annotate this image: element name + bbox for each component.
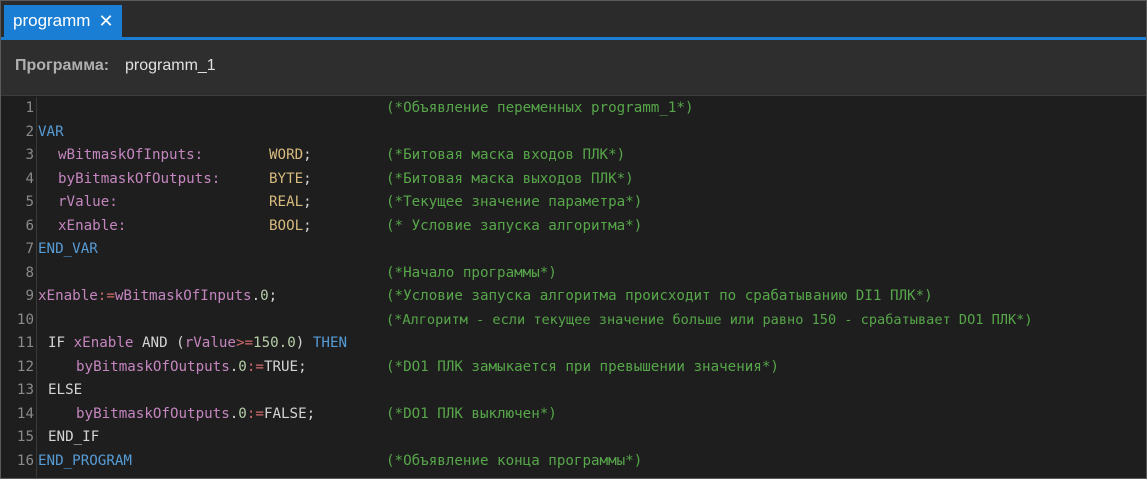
line-number: 16 (16, 452, 34, 469)
number: 0 (238, 358, 247, 375)
assign-operator: := (246, 405, 264, 422)
var-name: xEnable (73, 335, 134, 351)
code-line-12: byBitmaskOfOutputs.0:=TRUE; (76, 356, 307, 379)
comment: (*Битовая маска входов ПЛК*) (386, 147, 626, 163)
semicolon: ; (303, 170, 312, 187)
line-number: 1 (25, 100, 34, 116)
code-line-15: END_IF (48, 429, 100, 445)
tab-title: programm (13, 11, 91, 30)
program-label: Программа: (15, 57, 110, 74)
code-line-4-type: BYTE; (269, 168, 312, 191)
var-name: rValue: (58, 194, 118, 210)
code-line-5-type: REAL; (269, 191, 312, 214)
var-name: byBitmaskOfOutputs (76, 358, 230, 375)
line-number: 3 (25, 147, 34, 163)
number: 0 (238, 405, 247, 422)
value: TRUE; (263, 358, 307, 375)
keyword: THEN (312, 335, 348, 351)
line-number: 15 (16, 429, 34, 445)
comment: (*Алгоритм - если текущее значение больш… (386, 311, 1033, 328)
close-icon[interactable]: ✕ (98, 12, 113, 30)
comment: (*Начало программы*) (386, 264, 557, 281)
comment: (*Битовая маска выходов ПЛК*) (386, 170, 634, 187)
dot: . (251, 288, 261, 304)
code-line-7: END_VAR (38, 241, 98, 257)
semicolon: ; (303, 217, 312, 234)
comment: (*DO1 ПЛК выключен*) (386, 405, 557, 422)
type-name: BOOL (269, 217, 304, 234)
number: 150.0 (253, 335, 296, 351)
type-name: WORD (269, 147, 304, 163)
code-line-3-type: WORD; (269, 144, 312, 167)
var-name: byBitmaskOfOutputs: (58, 170, 221, 187)
tab-bar: programm ✕ (1, 1, 1146, 40)
code-line-4: byBitmaskOfOutputs: (58, 168, 220, 191)
line-number: 4 (25, 170, 34, 187)
semicolon: ; (303, 147, 312, 163)
code-line-3: wBitmaskOfInputs: (58, 144, 203, 167)
code-line-5: rValue: (58, 191, 118, 214)
comment: (*Текущее значение параметра*) (386, 194, 643, 210)
code-line-9: xEnable:=wBitmaskOfInputs.0; (38, 285, 277, 308)
line-number: 13 (16, 382, 34, 398)
comment: (* Условие запуска алгоритма*) (386, 217, 643, 234)
tab-programm[interactable]: programm ✕ (4, 5, 122, 37)
line-number: 11 (16, 335, 34, 351)
semicolon: ; (303, 194, 312, 210)
number: 0 (260, 288, 269, 304)
comment: (*Условие запуска алгоритма происходит п… (386, 288, 933, 304)
dot: . (229, 405, 239, 422)
code-editor[interactable]: 1 2 3 4 5 6 7 8 9 10 11 12 13 14 15 16 V… (1, 97, 1146, 478)
comment: (*Объявление конца программы*) (386, 452, 643, 469)
comment: (*DO1 ПЛК замыкается при превышении знач… (386, 358, 779, 375)
keyword: AND (141, 335, 168, 351)
line-number: 7 (25, 241, 34, 257)
var-name: wBitmaskOfInputs: (58, 147, 204, 163)
code-line-14: byBitmaskOfOutputs.0:=FALSE; (76, 403, 315, 426)
operator: >= (235, 335, 254, 351)
code-line-13: ELSE (48, 382, 83, 398)
semicolon: ; (268, 288, 278, 304)
var-name: xEnable: (58, 217, 127, 234)
type-name: BYTE (269, 170, 304, 187)
comment: (*Объявление переменных programm_1*) (386, 100, 694, 116)
line-number: 6 (25, 217, 34, 234)
code-line-2: VAR (38, 123, 64, 140)
editor-window: programm ✕ Программа: programm_1 1 2 3 4… (0, 0, 1147, 479)
code-line-6: xEnable: (58, 215, 126, 238)
var-name: wBitmaskOfInputs (114, 288, 252, 304)
paren: ) (295, 335, 305, 351)
code-line-11: IF xEnable AND (rValue>=150.0) THEN (48, 332, 347, 355)
paren: ( (176, 335, 185, 351)
line-number: 8 (25, 264, 34, 281)
line-number: 2 (25, 123, 34, 140)
value: FALSE; (263, 405, 316, 422)
line-number: 10 (16, 311, 34, 328)
dot: . (229, 358, 239, 375)
line-number: 14 (16, 405, 34, 422)
type-name: REAL (269, 194, 304, 210)
line-number: 9 (25, 288, 34, 304)
code-line-6-type: BOOL; (269, 215, 312, 238)
program-name: programm_1 (125, 57, 216, 74)
code-line-16: END_PROGRAM (38, 452, 132, 469)
keyword: IF (48, 335, 66, 351)
var-name: byBitmaskOfOutputs (76, 405, 230, 422)
line-number: 5 (25, 194, 34, 210)
var-name: xEnable (38, 288, 98, 304)
assign-operator: := (246, 358, 264, 375)
assign-operator: := (97, 288, 115, 304)
var-name: rValue (184, 335, 236, 351)
line-number: 12 (16, 358, 34, 375)
program-header: Программа: programm_1 (1, 40, 1146, 96)
